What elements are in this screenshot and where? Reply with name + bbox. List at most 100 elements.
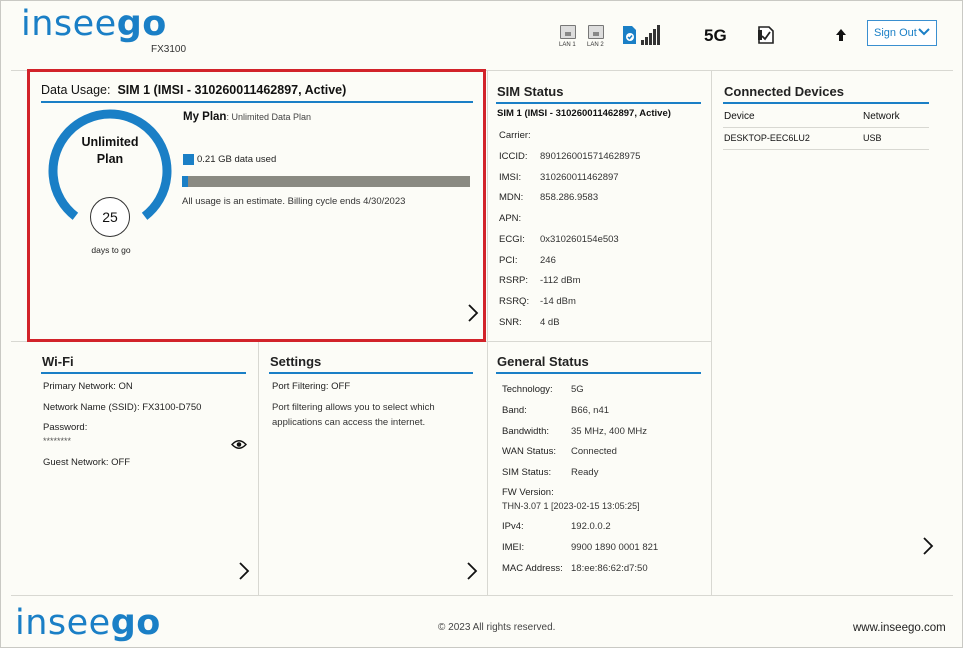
connected-devices-title: Connected Devices bbox=[724, 84, 844, 99]
days-remaining-circle: 25 bbox=[90, 197, 130, 237]
field-label: WAN Status: bbox=[502, 446, 557, 458]
col-header-network: Network bbox=[863, 111, 900, 122]
data-usage-sim: SIM 1 (IMSI - 310260011462897, Active) bbox=[117, 83, 347, 97]
table-row[interactable]: DESKTOP-EEC6LU2 USB bbox=[723, 128, 929, 150]
lan2-label: LAN 2 bbox=[587, 42, 604, 48]
list-item: IMSI: 310260011462897 bbox=[499, 167, 699, 188]
list-item: WAN Status: Connected bbox=[502, 442, 702, 463]
estimate-note: All usage is an estimate. Billing cycle … bbox=[182, 196, 406, 207]
network-type: 5G bbox=[704, 26, 727, 45]
list-item: SNR: 4 dB bbox=[499, 312, 699, 333]
list-item: Bandwidth: 35 MHz, 400 MHz bbox=[502, 421, 702, 442]
field-value: 4 dB bbox=[540, 316, 560, 328]
sim-status-title: SIM Status bbox=[497, 84, 564, 99]
list-item: ECGI: 0x310260154e503 bbox=[499, 230, 699, 251]
field-value: 8901260015714628975 bbox=[540, 151, 641, 163]
fw-version-label: FW Version: bbox=[502, 487, 554, 498]
field-value: 9900 1890 0001 821 bbox=[571, 542, 659, 554]
list-item: RSRQ: -14 dBm bbox=[499, 292, 699, 313]
device-name: DESKTOP-EEC6LU2 bbox=[724, 133, 810, 143]
network-ssid: Network Name (SSID): FX3100-D750 bbox=[43, 402, 202, 413]
list-item: Technology: 5G bbox=[502, 380, 702, 401]
list-item: MAC Address: 18:ee:86:62:d7:50 bbox=[502, 558, 702, 579]
data-usage-chevron-icon[interactable] bbox=[466, 303, 480, 323]
field-value: 5G bbox=[571, 384, 584, 396]
port-filtering-description: Port filtering allows you to select whic… bbox=[272, 402, 435, 428]
field-value: 18:ee:86:62:d7:50 bbox=[571, 562, 648, 574]
settings-chevron-icon[interactable] bbox=[465, 561, 479, 581]
field-label: ICCID: bbox=[499, 151, 528, 163]
model-name: FX3100 bbox=[151, 44, 187, 55]
data-usage-underline bbox=[41, 101, 473, 103]
field-label: SIM Status: bbox=[502, 467, 552, 479]
lan1-label: LAN 1 bbox=[559, 42, 576, 48]
field-label: MAC Address: bbox=[502, 562, 563, 574]
days-remaining: 25 bbox=[102, 209, 118, 225]
sim-status-subtitle: SIM 1 (IMSI - 310260011462897, Active) bbox=[497, 108, 671, 119]
list-item: MDN: 858.286.9583 bbox=[499, 188, 699, 209]
chevron-down-icon bbox=[918, 27, 930, 39]
divider-col3 bbox=[711, 70, 712, 595]
lan2-icon bbox=[588, 25, 604, 39]
data-used-text: 0.21 GB data used bbox=[197, 154, 277, 165]
divider-col2 bbox=[487, 70, 488, 595]
field-value: B66, n41 bbox=[571, 405, 610, 417]
sign-out-label: Sign Out bbox=[874, 27, 917, 39]
sim-icon bbox=[621, 25, 637, 50]
field-label: Band: bbox=[502, 405, 527, 417]
show-password-eye-icon[interactable] bbox=[231, 437, 247, 455]
battery-icon bbox=[756, 25, 776, 50]
port-filtering: Port Filtering: OFF bbox=[272, 381, 351, 392]
signal-strength-icon bbox=[641, 25, 661, 45]
field-value: -112 dBm bbox=[540, 275, 581, 287]
col-header-device: Device bbox=[724, 111, 755, 122]
list-item: RSRP: -112 dBm bbox=[499, 271, 699, 292]
field-value: 35 MHz, 400 MHz bbox=[571, 425, 648, 437]
list-item: Band: B66, n41 bbox=[502, 401, 702, 422]
field-label: RSRP: bbox=[499, 275, 529, 287]
settings-underline bbox=[269, 372, 473, 374]
field-value: 192.0.0.2 bbox=[571, 521, 611, 533]
list-item: PCI: 246 bbox=[499, 250, 699, 271]
primary-network: Primary Network: ON bbox=[43, 381, 133, 392]
field-value: 310260011462897 bbox=[540, 171, 619, 183]
field-label: SNR: bbox=[499, 316, 522, 328]
wifi-chevron-icon[interactable] bbox=[237, 561, 251, 581]
copyright: © 2023 All rights reserved. bbox=[438, 622, 556, 633]
my-plan: My Plan: Unlimited Data Plan bbox=[183, 111, 312, 123]
upload-arrow-icon bbox=[835, 28, 847, 47]
password-value: ******** bbox=[43, 436, 72, 446]
guest-network: Guest Network: OFF bbox=[43, 457, 131, 468]
sign-out-button[interactable]: Sign Out bbox=[867, 20, 937, 46]
field-label: Carrier: bbox=[499, 130, 531, 142]
usage-legend-swatch bbox=[183, 154, 194, 165]
divider-wifi-settings bbox=[258, 341, 259, 595]
field-label: Bandwidth: bbox=[502, 425, 550, 437]
list-item: Carrier: bbox=[499, 126, 699, 147]
field-label: PCI: bbox=[499, 254, 518, 266]
wifi-underline bbox=[41, 372, 246, 374]
data-usage-title: Data Usage: SIM 1 (IMSI - 31026001146289… bbox=[41, 83, 347, 97]
inseego-logo: inseego bbox=[21, 4, 167, 44]
website-link[interactable]: www.inseego.com bbox=[853, 622, 946, 634]
field-value: Connected bbox=[571, 446, 617, 458]
field-value: 858.286.9583 bbox=[540, 192, 599, 204]
field-value: -14 dBm bbox=[540, 295, 576, 307]
wifi-title: Wi-Fi bbox=[42, 354, 74, 369]
usage-bar-fill bbox=[182, 176, 188, 187]
field-label: Technology: bbox=[502, 384, 553, 396]
connected-devices-chevron-icon[interactable] bbox=[921, 536, 935, 556]
password-label: Password: bbox=[43, 422, 88, 433]
device-network: USB bbox=[863, 133, 882, 143]
field-label: IMSI: bbox=[499, 171, 522, 183]
fw-version-value: THN-3.07 1 [2023-02-15 13:05:25] bbox=[502, 501, 640, 511]
general-status-underline bbox=[496, 372, 701, 374]
list-item: SIM Status: Ready bbox=[502, 463, 702, 484]
settings-title: Settings bbox=[270, 354, 322, 369]
list-item: APN: bbox=[499, 209, 699, 230]
sim-status-underline bbox=[496, 102, 701, 104]
field-label: IMEI: bbox=[502, 542, 525, 554]
field-label: ECGI: bbox=[499, 233, 525, 245]
lan1-icon bbox=[560, 25, 576, 39]
list-item: ICCID: 8901260015714628975 bbox=[499, 147, 699, 168]
